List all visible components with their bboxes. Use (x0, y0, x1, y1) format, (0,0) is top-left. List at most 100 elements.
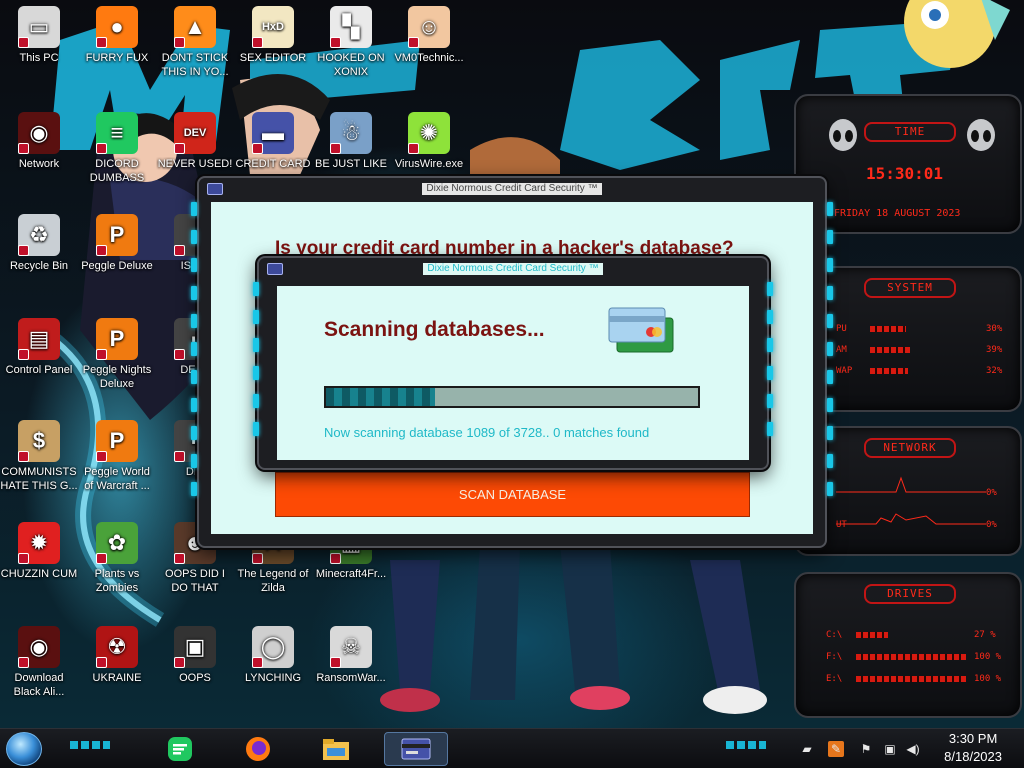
drives-panel: DRIVES C:\ 27 % F:\ 100 % E:\ 100 % (794, 572, 1022, 718)
window-side-lights (767, 282, 773, 450)
desktop-icon-label: CREDIT CARD (235, 158, 311, 170)
xonix-game-icon: ▚ (330, 6, 372, 48)
flag-tray-icon[interactable]: ⚑ (858, 741, 874, 757)
network-tray-icon[interactable]: ▣ (882, 741, 898, 757)
desktop-icon-label: Network (18, 158, 60, 170)
scanning-dialog-window[interactable]: Dixie Normous Credit Card Security ™ Sca… (253, 256, 773, 470)
ram-bar (870, 347, 910, 353)
desktop-icon-label: Peggle Nights Deluxe (82, 364, 152, 390)
lime-icon: ✺ (408, 112, 450, 154)
shortcut-badge-icon (252, 37, 263, 48)
taskbar-app-file-explorer[interactable] (310, 732, 362, 766)
desktop-icon[interactable]: ▬ CREDIT CARD (234, 112, 312, 171)
shortcut-badge-icon (96, 553, 107, 564)
scan-database-button[interactable]: SCAN DATABASE (275, 472, 750, 517)
shortcut-badge-icon (174, 245, 185, 256)
desktop-icon[interactable]: ◉ Network (0, 112, 78, 171)
desktop-icon[interactable]: ☢ UKRAINE (78, 626, 156, 685)
chat-app-icon (168, 737, 192, 761)
taskbar-app-firefox[interactable] (232, 732, 284, 766)
desktop-icon[interactable]: ◉ Download Black Ali... (0, 626, 78, 699)
desktop-icon[interactable]: ▲ DONT STICK THIS IN YO... (156, 6, 234, 79)
volume-tray-icon[interactable]: ◀) (905, 741, 921, 757)
desktop-icon-label: BE JUST LIKE (315, 158, 387, 170)
taskbar-app-credit-card[interactable] (384, 732, 448, 766)
santa-icon: ☃ (330, 112, 372, 154)
desktop-icon-label: The Legend of Zilda (237, 568, 309, 594)
desktop-icon[interactable]: P Peggle Nights Deluxe (78, 318, 156, 391)
desktop-icon[interactable]: ♻ Recycle Bin (0, 214, 78, 273)
desktop-icon-label: NEVER USED! (157, 158, 233, 170)
start-button[interactable] (6, 732, 42, 766)
peggle-icon: P (96, 214, 138, 256)
scan-progress-fill (326, 388, 435, 406)
system-row-value: 30% (986, 324, 1003, 334)
drive-value: 100 % (974, 652, 1002, 662)
dev-cpp-icon: DEV (174, 112, 216, 154)
desktop-icon[interactable]: ☠ RansomWar... (312, 626, 390, 685)
desktop-icon-label: Control Panel (5, 364, 73, 376)
credit-cards-icon (608, 307, 674, 353)
taskbar-app-chat[interactable] (154, 732, 206, 766)
desktop-icon-label: OOPS DID I DO THAT (165, 568, 225, 594)
desktop-icon-label: Peggle World of Warcraft ... (84, 466, 150, 492)
desktop-icon-label: VM0Technic... (394, 52, 464, 64)
desktop-icon[interactable]: HxD SEX EDITOR (234, 6, 312, 65)
file-explorer-icon (323, 739, 349, 760)
window-side-lights (191, 202, 197, 510)
hxd-editor-icon: HxD (252, 6, 294, 48)
plants-icon: ✿ (96, 522, 138, 564)
desktop-icon[interactable]: ◯ LYNCHING (234, 626, 312, 685)
desktop-icon[interactable]: ☃ BE JUST LIKE (312, 112, 390, 171)
desktop-icon[interactable]: ✿ Plants vs Zombies (78, 522, 156, 595)
shortcut-badge-icon (174, 553, 185, 564)
desktop-icon[interactable]: ● FURRY FUX (78, 6, 156, 65)
desktop-icon-label: VirusWire.exe (394, 158, 464, 170)
window-title: Dixie Normous Credit Card Security ™ (423, 263, 603, 275)
scanning-heading: Scanning databases... (324, 318, 545, 341)
drive-usage-bar (856, 632, 888, 638)
desktop-icon[interactable]: DEV NEVER USED! (156, 112, 234, 171)
shortcut-badge-icon (96, 37, 107, 48)
recycle-bin-icon: ♻ (18, 214, 60, 256)
shortcut-badge-icon (330, 657, 341, 668)
network-panel-title: NETWORK (864, 438, 956, 458)
shortcut-badge-icon (18, 553, 29, 564)
app-tray-icon[interactable]: ✎ (828, 741, 844, 757)
window-titlebar[interactable]: Dixie Normous Credit Card Security ™ (259, 258, 767, 280)
desktop-icon[interactable]: P Peggle Deluxe (78, 214, 156, 273)
desktop-icon[interactable]: ▣ OOPS (156, 626, 234, 685)
shortcut-badge-icon (174, 349, 185, 360)
desktop-icon-label: This PC (19, 52, 59, 64)
shortcut-badge-icon (96, 657, 107, 668)
drive-usage-bar (856, 676, 966, 682)
desktop-icon[interactable]: ▚ HOOKED ON XONIX (312, 6, 390, 79)
desktop-icon[interactable]: ✺ VirusWire.exe (390, 112, 468, 171)
taskbar: ▰ ✎ ⚑ ▣ ◀) 3:30 PM 8/18/2023 (0, 728, 1024, 768)
window-titlebar[interactable]: Dixie Normous Credit Card Security ™ (199, 178, 825, 200)
oops-icon: ▣ (174, 626, 216, 668)
desktop-icon[interactable]: ▭ This PC (0, 6, 78, 65)
system-row-label: WAP (836, 366, 853, 376)
desktop-icon[interactable]: ✹ CHUZZIN CUM (0, 522, 78, 581)
dialog-client-area: Scanning databases... Now scanning datab… (277, 286, 749, 460)
desktop-icon[interactable]: ▤ Control Panel (0, 318, 78, 377)
shortcut-badge-icon (18, 349, 29, 360)
alien-network-icon: ◉ (18, 112, 60, 154)
desktop-icon[interactable]: ☺ VM0Technic... (390, 6, 468, 65)
peggle-icon: P (96, 318, 138, 360)
desktop-icon[interactable]: P Peggle World of Warcraft ... (78, 420, 156, 493)
desktop-icon[interactable]: ≡ DICORD DUMBASS (78, 112, 156, 185)
alien-head-icon (967, 119, 995, 151)
desktop-icon-label: LYNCHING (244, 672, 302, 684)
desktop-icon-label: Minecraft4Fr... (315, 568, 387, 580)
alien-tray-icon[interactable]: ▰ (795, 741, 819, 757)
desktop-icon-label: Download Black Ali... (13, 672, 65, 698)
desktop-icon-label: SEX EDITOR (239, 52, 307, 64)
drive-label: F:\ (826, 652, 843, 662)
drive-label: E:\ (826, 674, 843, 684)
time-panel-title: TIME (864, 122, 956, 142)
taskbar-clock[interactable]: 3:30 PM 8/18/2023 (944, 730, 1002, 766)
shortcut-badge-icon (174, 451, 185, 462)
desktop-icon[interactable]: $ COMMUNISTS HATE THIS G... (0, 420, 78, 493)
